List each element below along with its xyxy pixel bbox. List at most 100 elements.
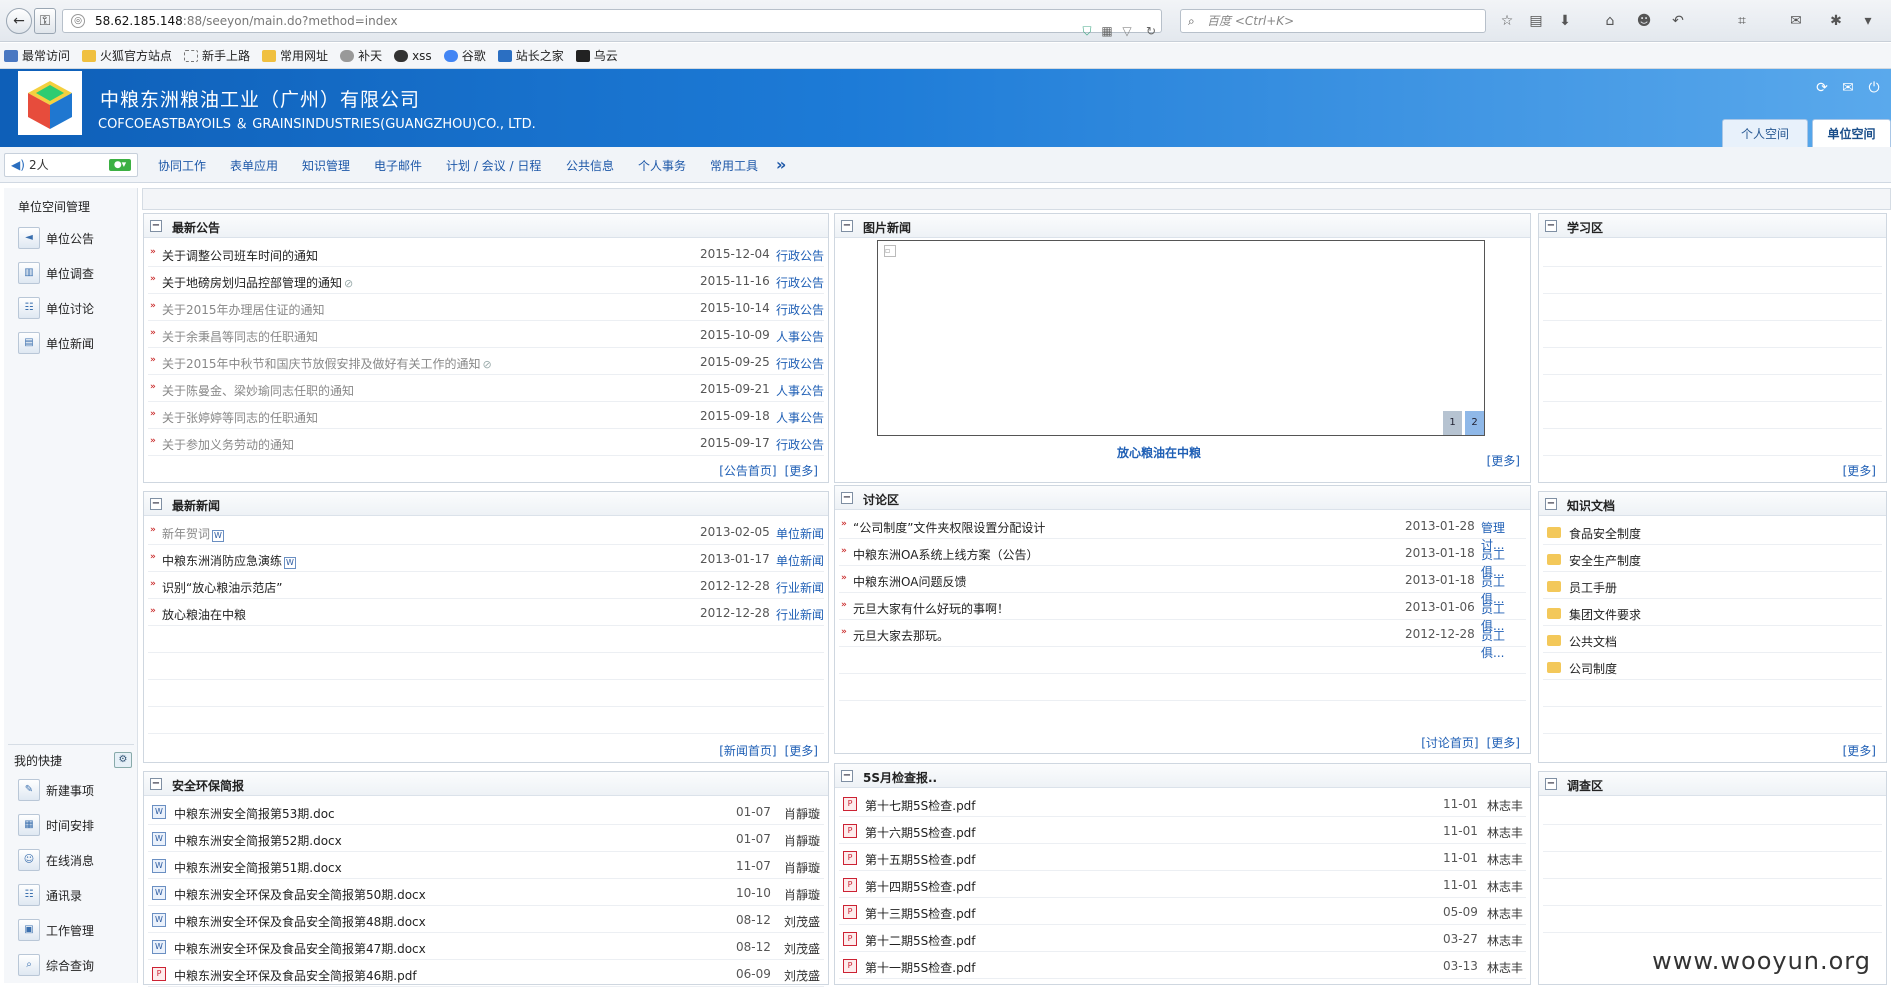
list-item[interactable]: »新年贺词W2013-02-05单位新闻 [148, 519, 824, 545]
menu-item[interactable]: 计划 / 会议 / 日程 [446, 157, 541, 174]
menu-icon[interactable]: ▾ [1858, 11, 1878, 31]
page-button[interactable]: 1 [1443, 411, 1462, 435]
quick-messages[interactable]: ☺在线消息 [18, 848, 94, 872]
collapse-icon[interactable]: − [1545, 778, 1557, 790]
comment-icon[interactable]: ✉ [1786, 11, 1806, 31]
list-item[interactable]: »放心粮油在中粮2012-12-28行业新闻 [148, 600, 824, 626]
reading-list-icon[interactable]: ▤ [1526, 11, 1546, 31]
bookmark-star-icon[interactable]: ☆ [1497, 11, 1517, 31]
dropdown-icon[interactable]: ▽ [1119, 23, 1135, 39]
file-row[interactable]: W中粮东洲安全环保及食品安全简报第48期.docx08-12刘茂盛 [148, 907, 824, 933]
bookmark-item[interactable]: 站长之家 [498, 47, 564, 64]
list-item[interactable]: 员工手册 [1543, 573, 1882, 599]
menu-more-button[interactable]: » [776, 155, 786, 174]
menu-item[interactable]: 个人事务 [638, 157, 686, 174]
more-link[interactable]: [更多] [1843, 464, 1876, 478]
list-item[interactable]: »元旦大家有什么好玩的事啊！2013-01-06员工俱... [839, 594, 1526, 620]
home-link[interactable]: [讨论首页] [1421, 736, 1478, 750]
list-item[interactable]: »中粮东洲消防应急演练W2013-01-17单位新闻 [148, 546, 824, 572]
sidebar-item-survey[interactable]: ▥单位调查 [18, 261, 94, 285]
list-item[interactable]: »中粮东洲OA问题反馈2013-01-18员工俱... [839, 567, 1526, 593]
list-item[interactable]: »识别“放心粮油示范店”2012-12-28行业新闻 [148, 573, 824, 599]
more-link[interactable]: [更多] [785, 464, 818, 478]
refresh-icon[interactable]: ⟳ [1813, 79, 1831, 97]
file-row[interactable]: W中粮东洲安全简报第51期.docx11-07肖靜璇 [148, 853, 824, 879]
quick-settings-icon[interactable]: ⚙ [114, 752, 132, 768]
bookmark-item[interactable]: 常用网址 [262, 47, 328, 64]
list-item[interactable]: »关于2015年办理居住证的通知2015-10-14行政公告 [148, 295, 824, 321]
bookmark-item[interactable]: 乌云 [576, 47, 618, 64]
mail-icon[interactable]: ✉ [1839, 79, 1857, 97]
collapse-icon[interactable]: − [150, 778, 162, 790]
file-row[interactable]: P第十六期5S检查.pdf11-01林志丰 [839, 818, 1526, 844]
list-item[interactable]: »中粮东洲OA系统上线方案（公告）2013-01-18员工俱... [839, 540, 1526, 566]
list-item[interactable]: »关于参加义务劳动的通知2015-09-17行政公告 [148, 430, 824, 456]
online-users[interactable]: ◀) 2人 ●▾ [4, 153, 138, 177]
home-link[interactable]: [新闻首页] [719, 744, 776, 758]
list-item[interactable]: »关于陈曼金、梁妙瑜同志任职的通知2015-09-21人事公告 [148, 376, 824, 402]
file-row[interactable]: W中粮东洲安全简报第53期.doc01-07肖靜璇 [148, 799, 824, 825]
collapse-icon[interactable]: − [841, 220, 853, 232]
sidebar-item-announcement[interactable]: ◄单位公告 [18, 226, 94, 250]
menu-item[interactable]: 电子邮件 [374, 157, 422, 174]
search-input[interactable]: ⌕ 百度 <Ctrl+K> [1180, 9, 1486, 33]
url-bar[interactable]: ◎ 58.62.185.148:88/seeyon/main.do?method… [62, 9, 1162, 33]
quick-contacts[interactable]: ☷通讯录 [18, 883, 82, 907]
collapse-icon[interactable]: − [1545, 498, 1557, 510]
bookmark-item[interactable]: xss [394, 49, 432, 63]
file-row[interactable]: P第十四期5S检查.pdf11-01林志丰 [839, 872, 1526, 898]
file-row[interactable]: W中粮东洲安全环保及食品安全简报第50期.docx10-10肖靜璇 [148, 880, 824, 906]
news-image-frame[interactable]: ▫ 1 2 [877, 240, 1485, 436]
quick-search[interactable]: ⌕综合查询 [18, 953, 94, 977]
home-icon[interactable]: ⌂ [1600, 11, 1620, 31]
collapse-icon[interactable]: − [150, 220, 162, 232]
list-item[interactable]: 安全生产制度 [1543, 546, 1882, 572]
quick-schedule[interactable]: ▦时间安排 [18, 813, 94, 837]
list-item[interactable]: »关于地磅房划归品控部管理的通知⊘2015-11-16行政公告 [148, 268, 824, 294]
file-row[interactable]: P第十一期5S检查.pdf03-13林志丰 [839, 953, 1526, 979]
image-caption[interactable]: 放心粮油在中粮 [1117, 444, 1201, 461]
more-link[interactable]: [更多] [785, 744, 818, 758]
file-row[interactable]: P第十三期5S检查.pdf05-09林志丰 [839, 899, 1526, 925]
list-item[interactable]: »“公司制度”文件夹权限设置分配设计2013-01-28管理讨... [839, 513, 1526, 539]
sidebar-item-news[interactable]: ▤单位新闻 [18, 331, 94, 355]
bookmark-item[interactable]: 谷歌 [444, 47, 486, 64]
list-item[interactable]: »关于调整公司班车时间的通知2015-12-04行政公告 [148, 241, 824, 267]
list-item[interactable]: 公司制度 [1543, 654, 1882, 680]
file-row[interactable]: P第十七期5S检查.pdf11-01林志丰 [839, 791, 1526, 817]
undo-icon[interactable]: ↶ [1668, 11, 1688, 31]
download-icon[interactable]: ⬇ [1555, 11, 1575, 31]
key-icon[interactable]: ⚿ [34, 8, 56, 34]
bookmark-item[interactable]: 新手上路 [184, 47, 250, 64]
qr-icon[interactable]: ▦ [1099, 23, 1115, 39]
collapse-icon[interactable]: − [841, 770, 853, 782]
quick-work-manage[interactable]: ▣工作管理 [18, 918, 94, 942]
list-item[interactable]: »元旦大家去那玩。2012-12-28员工俱... [839, 621, 1526, 647]
menu-item[interactable]: 协同工作 [158, 157, 206, 174]
back-button[interactable]: ← [6, 8, 32, 34]
chat-icon[interactable]: ☻ [1634, 11, 1654, 31]
more-link[interactable]: [更多] [1487, 736, 1520, 750]
list-item[interactable]: »关于余秉昌等同志的任职通知2015-10-09人事公告 [148, 322, 824, 348]
bookmark-item[interactable]: 最常访问 [4, 47, 70, 64]
sidebar-item-discussion[interactable]: ☷单位讨论 [18, 296, 94, 320]
bookmark-item[interactable]: 火狐官方站点 [82, 47, 172, 64]
list-item[interactable]: »关于张婷婷等同志的任职通知2015-09-18人事公告 [148, 403, 824, 429]
list-item[interactable]: 食品安全制度 [1543, 519, 1882, 545]
file-row[interactable]: P第十五期5S检查.pdf11-01林志丰 [839, 845, 1526, 871]
crop-icon[interactable]: ⌗ [1732, 11, 1752, 31]
file-row[interactable]: W中粮东洲安全简报第52期.docx01-07肖靜璇 [148, 826, 824, 852]
menu-item[interactable]: 知识管理 [302, 157, 350, 174]
menu-item[interactable]: 常用工具 [710, 157, 758, 174]
power-icon[interactable]: ⏻ [1865, 79, 1883, 97]
more-link[interactable]: [更多] [1843, 744, 1876, 758]
quick-new-item[interactable]: ✎新建事项 [18, 778, 94, 802]
collapse-icon[interactable]: − [1545, 220, 1557, 232]
shield-icon[interactable]: ⛉ [1079, 23, 1095, 39]
file-row[interactable]: P中粮东洲安全环保及食品安全简报第46期.pdf06-09刘茂盛 [148, 961, 824, 987]
home-link[interactable]: [公告首页] [719, 464, 776, 478]
collapse-icon[interactable]: − [150, 498, 162, 510]
file-row[interactable]: W中粮东洲安全环保及食品安全简报第47期.docx08-12刘茂盛 [148, 934, 824, 960]
list-item[interactable]: 公共文档 [1543, 627, 1882, 653]
list-item[interactable]: »关于2015年中秋节和国庆节放假安排及做好有关工作的通知⊘2015-09-25… [148, 349, 824, 375]
